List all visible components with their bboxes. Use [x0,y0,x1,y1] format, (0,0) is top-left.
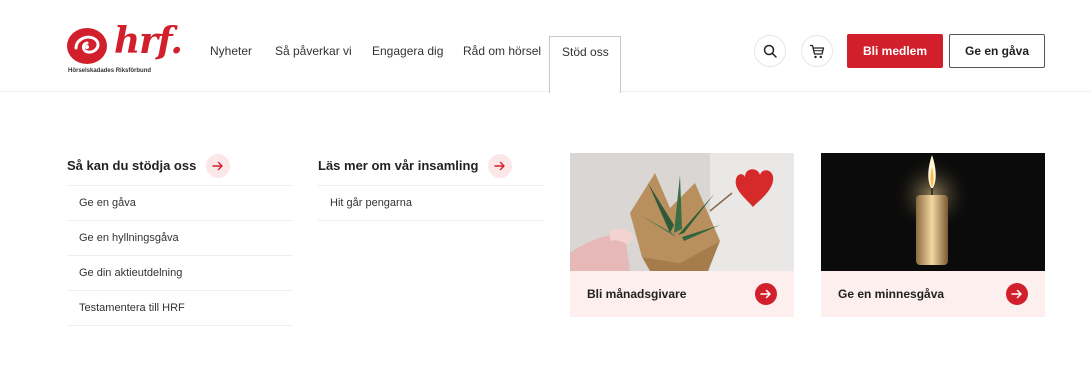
nav-item-stod-oss-label: Stöd oss [562,45,609,59]
ear-swirl-icon [67,28,107,64]
cart-button[interactable] [801,35,833,67]
arrow-right-circle-icon [1006,283,1028,305]
become-member-button[interactable]: Bli medlem [847,34,943,68]
card-footer: Bli månadsgivare [570,271,794,317]
cart-icon [810,44,825,58]
arrow-right-circle-icon [755,283,777,305]
arrow-right-icon [206,153,231,178]
support-menu-title: Så kan du stödja oss [67,158,197,173]
nav-item-sa-paverkar-vi[interactable]: Så påverkar vi [275,44,352,58]
site-logo[interactable]: hrf. Hörselskadades Riksförbund [64,20,184,80]
nav-item-nyheter[interactable]: Nyheter [210,44,252,58]
nav-item-stod-oss[interactable]: Stöd oss [549,36,621,93]
card-title: Bli månadsgivare [587,287,687,301]
support-menu-heading[interactable]: Så kan du stödja oss [67,146,293,186]
arrow-right-icon [488,153,513,178]
menu-link-hit-gar-pengarna[interactable]: Hit går pengarna [318,186,544,221]
plant-with-heart-image [570,153,794,271]
search-button[interactable] [754,35,786,67]
site-header: hrf. Hörselskadades Riksförbund Nyheter … [0,0,1091,93]
logo-wordmark: hrf. [114,20,183,62]
fundraising-menu-column: Läs mer om vår insamling Hit går pengarn… [318,146,544,221]
support-menu-column: Så kan du stödja oss Ge en gåva Ge en hy… [67,146,293,326]
give-gift-button[interactable]: Ge en gåva [949,34,1045,68]
logo-tagline: Hörselskadades Riksförbund [68,68,152,74]
fundraising-menu-title: Läs mer om vår insamling [318,158,479,173]
nav-item-rad-om-horsel[interactable]: Råd om hörsel [463,44,541,58]
monthly-donor-card[interactable]: Bli månadsgivare [570,153,794,317]
menu-link-testamentera[interactable]: Testamentera till HRF [67,291,293,326]
memorial-gift-card[interactable]: Ge en minnesgåva [821,153,1045,317]
menu-link-hyllningsgava[interactable]: Ge en hyllningsgåva [67,221,293,256]
menu-link-ge-en-gava[interactable]: Ge en gåva [67,186,293,221]
search-icon [763,44,777,58]
nav-item-engagera-dig[interactable]: Engagera dig [372,44,443,58]
card-footer: Ge en minnesgåva [821,271,1045,317]
candle-image [821,153,1045,271]
fundraising-menu-heading[interactable]: Läs mer om vår insamling [318,146,544,186]
card-title: Ge en minnesgåva [838,287,945,301]
menu-link-aktieutdelning[interactable]: Ge din aktieutdelning [67,256,293,291]
